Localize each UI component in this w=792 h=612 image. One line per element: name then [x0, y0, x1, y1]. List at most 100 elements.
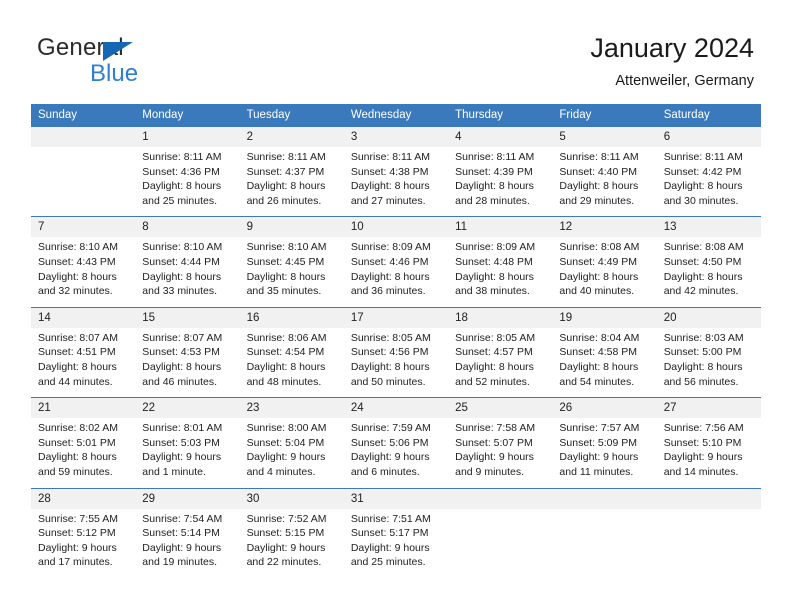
day-number: 22 [135, 398, 240, 419]
daylight-text: Daylight: 9 hours and 9 minutes. [455, 451, 534, 478]
day-number: 6 [656, 127, 761, 147]
weekday-header-row: Sunday Monday Tuesday Wednesday Thursday… [31, 104, 761, 127]
calendar-day-cell[interactable]: 27 Sunrise: 7:56 AM Sunset: 5:10 PM Dayligh… [656, 397, 761, 488]
sunset-text: Sunset: 5:12 PM [38, 527, 116, 540]
daylight-text: Daylight: 8 hours and 38 minutes. [455, 270, 534, 298]
calendar-day-cell[interactable]: 30 Sunrise: 7:52 AM Sunset: 5:15 PM Dayligh… [239, 487, 344, 578]
calendar-day-cell[interactable]: 18 Sunrise: 8:05 AM Sunset: 4:57 PM Dayligh… [448, 306, 553, 398]
daylight-text: Daylight: 8 hours and 40 minutes. [559, 270, 639, 298]
day-info [657, 509, 761, 578]
sunset-text: Sunset: 5:09 PM [559, 436, 638, 449]
page-title: January 2024 [590, 33, 754, 63]
daylight-text: Daylight: 9 hours and 11 minutes. [559, 451, 639, 478]
daylight-text: Daylight: 8 hours and 26 minutes. [246, 180, 326, 207]
day-number: 10 [343, 217, 449, 238]
calendar-day-cell[interactable]: 23 Sunrise: 8:00 AM Sunset: 5:04 PM Dayligh… [239, 397, 344, 488]
sunrise-text: Sunrise: 8:09 AM [455, 241, 536, 254]
daylight-text: Daylight: 9 hours and 1 minute. [142, 451, 222, 478]
daylight-text: Daylight: 8 hours and 52 minutes. [455, 360, 534, 388]
sunrise-text: Sunrise: 8:10 AM [142, 241, 223, 254]
calendar-day-cell[interactable]: 12 Sunrise: 8:08 AM Sunset: 4:49 PM Dayligh… [552, 216, 657, 308]
calendar-day-cell[interactable]: 2 Sunrise: 8:11 AM Sunset: 4:37 PM Daylight… [239, 125, 344, 217]
daylight-text: Daylight: 8 hours and 48 minutes. [246, 360, 326, 388]
sunrise-text: Sunrise: 8:08 AM [559, 241, 640, 254]
calendar-day-cell[interactable]: 29 Sunrise: 7:54 AM Sunset: 5:14 PM Dayligh… [135, 487, 240, 578]
weekday-header-wednesday: Wednesday [343, 104, 449, 127]
calendar-day-cell[interactable]: 11 Sunrise: 8:09 AM Sunset: 4:48 PM Dayligh… [448, 216, 553, 308]
calendar-day-cell[interactable]: 21 Sunrise: 8:02 AM Sunset: 5:01 PM Dayligh… [31, 397, 136, 488]
daylight-text: Daylight: 8 hours and 46 minutes. [142, 360, 222, 388]
daylight-text: Daylight: 8 hours and 35 minutes. [246, 270, 326, 298]
day-number: 23 [239, 398, 344, 419]
sunset-text: Sunset: 4:36 PM [142, 165, 220, 178]
calendar-day-cell[interactable]: 24 Sunrise: 7:59 AM Sunset: 5:06 PM Dayligh… [343, 397, 449, 488]
daylight-text: Daylight: 8 hours and 28 minutes. [455, 180, 534, 207]
calendar-day-cell[interactable]: 26 Sunrise: 7:57 AM Sunset: 5:09 PM Dayligh… [552, 397, 657, 488]
sunrise-text: Sunrise: 8:11 AM [455, 151, 535, 163]
daylight-text: Daylight: 8 hours and 33 minutes. [142, 270, 222, 298]
weekday-header-friday: Friday [552, 104, 657, 127]
sunset-text: Sunset: 4:57 PM [455, 346, 533, 359]
sunset-text: Sunset: 4:50 PM [663, 255, 742, 268]
sunset-text: Sunset: 4:37 PM [246, 165, 325, 178]
day-info: Sunrise: 7:56 AM Sunset: 5:10 PM Daylight:… [657, 418, 761, 487]
day-number: 11 [448, 217, 553, 238]
daylight-text: Daylight: 9 hours and 17 minutes. [38, 541, 117, 569]
day-number: 30 [239, 488, 344, 509]
calendar-day-cell[interactable]: 13 Sunrise: 8:08 AM Sunset: 4:50 PM Dayligh… [656, 216, 761, 308]
calendar-day-cell[interactable]: 25 Sunrise: 7:58 AM Sunset: 5:07 PM Dayligh… [448, 397, 553, 488]
calendar-day-cell[interactable]: 5 Sunrise: 8:11 AM Sunset: 4:40 PM Daylight… [552, 125, 657, 217]
sunrise-text: Sunrise: 7:59 AM [350, 422, 431, 435]
day-info: Sunrise: 7:51 AM Sunset: 5:17 PM Daylight:… [344, 509, 448, 578]
calendar-week-row: 21 Sunrise: 8:02 AM Sunset: 5:01 PM Dayligh… [31, 397, 761, 488]
sunset-text: Sunset: 4:39 PM [455, 165, 533, 178]
calendar-day-cell[interactable]: 28 Sunrise: 7:55 AM Sunset: 5:12 PM Dayligh… [31, 487, 136, 578]
calendar-day-cell[interactable]: 16 Sunrise: 8:06 AM Sunset: 4:54 PM Dayligh… [239, 306, 344, 398]
calendar-day-cell[interactable]: 8 Sunrise: 8:10 AM Sunset: 4:44 PM Daylight… [135, 216, 240, 308]
sunset-text: Sunset: 5:04 PM [246, 436, 325, 449]
calendar-day-cell[interactable]: 9 Sunrise: 8:10 AM Sunset: 4:45 PM Daylight… [239, 216, 344, 308]
day-info: Sunrise: 8:11 AM Sunset: 4:42 PM Daylight:… [657, 147, 761, 216]
calendar-page: General Blue January 2024 Attenweiler, G… [0, 0, 792, 612]
calendar-day-cell[interactable]: 1 Sunrise: 8:11 AM Sunset: 4:36 PM Daylight… [135, 125, 240, 217]
sunset-text: Sunset: 4:51 PM [38, 346, 116, 359]
day-number: 24 [343, 398, 449, 419]
sunrise-text: Sunrise: 8:05 AM [455, 331, 536, 344]
day-number: 21 [31, 398, 136, 419]
day-info: Sunrise: 8:10 AM Sunset: 4:43 PM Daylight:… [31, 237, 135, 306]
day-info: Sunrise: 8:11 AM Sunset: 4:39 PM Daylight:… [448, 147, 552, 216]
day-number: 29 [135, 488, 240, 509]
sunrise-text: Sunrise: 7:51 AM [350, 512, 431, 525]
calendar-day-cell[interactable]: 31 Sunrise: 7:51 AM Sunset: 5:17 PM Dayligh… [343, 487, 449, 578]
calendar-day-cell[interactable]: 3 Sunrise: 8:11 AM Sunset: 4:38 PM Daylight… [343, 125, 449, 217]
calendar-day-cell[interactable]: 14 Sunrise: 8:07 AM Sunset: 4:51 PM Dayligh… [31, 306, 136, 398]
day-number: 7 [31, 217, 136, 238]
calendar-day-cell[interactable]: 10 Sunrise: 8:09 AM Sunset: 4:46 PM Dayligh… [343, 216, 449, 308]
calendar-day-cell[interactable]: 19 Sunrise: 8:04 AM Sunset: 4:58 PM Dayligh… [552, 306, 657, 398]
sunset-text: Sunset: 5:17 PM [350, 527, 429, 540]
daylight-text: Daylight: 8 hours and 27 minutes. [350, 180, 430, 207]
calendar-week-row: 7 Sunrise: 8:10 AM Sunset: 4:43 PM Daylight… [31, 216, 761, 308]
day-info [448, 509, 552, 578]
daylight-text: Daylight: 8 hours and 56 minutes. [663, 360, 743, 388]
day-number: 9 [239, 217, 344, 238]
sunrise-text: Sunrise: 8:10 AM [246, 241, 327, 254]
day-info [552, 509, 656, 578]
calendar-day-cell[interactable]: 22 Sunrise: 8:01 AM Sunset: 5:03 PM Dayligh… [135, 397, 240, 488]
calendar-day-cell[interactable]: 4 Sunrise: 8:11 AM Sunset: 4:39 PM Daylight… [448, 125, 553, 217]
day-info: Sunrise: 8:05 AM Sunset: 4:56 PM Daylight:… [344, 328, 448, 397]
calendar-day-cell[interactable]: 20 Sunrise: 8:03 AM Sunset: 5:00 PM Dayligh… [656, 306, 761, 398]
day-info: Sunrise: 7:59 AM Sunset: 5:06 PM Daylight:… [344, 418, 448, 487]
sunset-text: Sunset: 4:43 PM [38, 255, 116, 268]
calendar-day-cell[interactable]: 7 Sunrise: 8:10 AM Sunset: 4:43 PM Daylight… [31, 216, 136, 308]
day-number: 8 [135, 217, 240, 238]
calendar-day-cell[interactable]: 15 Sunrise: 8:07 AM Sunset: 4:53 PM Dayligh… [135, 306, 240, 398]
sunrise-text: Sunrise: 7:57 AM [559, 422, 640, 435]
sunrise-text: Sunrise: 7:52 AM [246, 512, 327, 525]
daylight-text: Daylight: 8 hours and 59 minutes. [38, 451, 117, 478]
sunrise-text: Sunrise: 8:11 AM [559, 151, 639, 163]
calendar-day-cell[interactable]: 6 Sunrise: 8:11 AM Sunset: 4:42 PM Daylight… [656, 125, 761, 217]
calendar-day-cell[interactable]: 17 Sunrise: 8:05 AM Sunset: 4:56 PM Dayligh… [343, 306, 449, 398]
day-number: 20 [656, 307, 761, 328]
general-blue-logo[interactable]: General Blue [37, 34, 237, 90]
